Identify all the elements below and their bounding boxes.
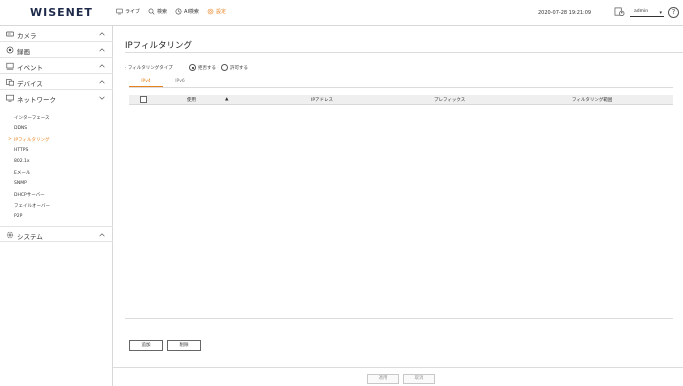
divider [129, 87, 673, 88]
radio-unselected-icon [221, 64, 228, 71]
caret-down-icon: ▾ [659, 10, 662, 16]
sort-asc-icon[interactable]: ▲ [225, 97, 228, 102]
sidebar-item-8021x[interactable]: 802.1x [14, 159, 30, 164]
chevron-down-icon [99, 96, 105, 100]
sidebar-item-ddns[interactable]: DDNS [14, 126, 27, 131]
filter-type-label: · フィルタリングタイプ [125, 66, 173, 71]
add-button[interactable]: 追加 [129, 340, 163, 351]
page-title: IPフィルタリング [125, 41, 192, 51]
sidebar-item-dhcp-server[interactable]: DHCPサーバー [14, 192, 45, 198]
user-dropdown[interactable]: admin ▾ [630, 8, 664, 17]
radio-allow-label: 許可する [230, 65, 248, 71]
chevron-up-icon [99, 80, 105, 84]
menu-live[interactable]: ライブ [116, 8, 140, 15]
select-all-checkbox[interactable] [140, 96, 147, 103]
table-header: 使用 ▲ IPアドレス プレフィックス フィルタリング範囲 [129, 95, 673, 105]
delete-button[interactable]: 削除 [167, 340, 201, 351]
sidebar-section-camera[interactable]: カメラ [0, 26, 113, 42]
sidebar-section-label: ネットワーク [17, 96, 56, 104]
column-header-ip-address[interactable]: IPアドレス [311, 97, 333, 103]
help-icon[interactable]: ? [668, 7, 679, 18]
cancel-button[interactable]: 取消 [403, 374, 435, 384]
sidebar-section-label: 録画 [17, 48, 30, 56]
active-marker-icon: > [8, 137, 12, 142]
radio-allow[interactable]: 許可する [221, 64, 248, 71]
column-header-use[interactable]: 使用 [187, 97, 196, 103]
sidebar-section-record[interactable]: 録画 [0, 42, 113, 58]
search-icon [148, 8, 155, 15]
sidebar-section-system[interactable]: システム [0, 226, 113, 242]
top-menu: ライブ 検索 AI検索 設定 [116, 8, 226, 15]
menu-ai-search[interactable]: AI検索 [175, 8, 199, 15]
menu-settings-label: 設定 [215, 9, 226, 15]
sidebar-section-label: カメラ [17, 32, 37, 40]
sidebar-item-p2p[interactable]: P2P [14, 214, 22, 219]
sidebar: カメラ 録画 イベント デバイス ネットワーク インターフェース DDNS > … [0, 26, 113, 386]
sidebar-item-snmp[interactable]: SNMP [14, 181, 27, 186]
sidebar-section-device[interactable]: デバイス [0, 74, 113, 90]
record-icon [6, 46, 14, 54]
radio-deny[interactable]: 拒否する [189, 64, 216, 71]
sidebar-item-failover[interactable]: フェイルオーバー [14, 203, 50, 209]
sidebar-section-label: デバイス [17, 80, 43, 88]
menu-ai-search-label: AI検索 [184, 9, 199, 15]
network-icon [6, 94, 14, 102]
camera-icon [6, 31, 14, 37]
datetime-display: 2020-07-28 19:21:09 [538, 10, 592, 16]
radio-selected-icon [189, 64, 196, 71]
sidebar-item-interface[interactable]: インターフェース [14, 115, 50, 121]
divider [125, 318, 673, 319]
tab-ipv6[interactable]: IPv6 [163, 77, 197, 87]
divider [113, 367, 683, 368]
user-name: admin [634, 9, 649, 14]
sidebar-section-event[interactable]: イベント [0, 58, 113, 74]
chevron-up-icon [99, 64, 105, 68]
ai-search-icon [175, 8, 182, 15]
sidebar-item-ip-filtering[interactable]: IPフィルタリング [14, 137, 49, 143]
divider [125, 52, 683, 53]
sidebar-section-network[interactable]: ネットワーク [0, 90, 113, 106]
sidebar-section-label: イベント [17, 64, 43, 72]
apply-button[interactable]: 適用 [367, 374, 399, 384]
chevron-up-icon [99, 233, 105, 237]
column-header-prefix[interactable]: プレフィックス [434, 97, 465, 103]
user-icon[interactable] [614, 7, 625, 17]
chevron-up-icon [99, 32, 105, 36]
sidebar-item-email[interactable]: Eメール [14, 170, 30, 176]
menu-search-label: 検索 [157, 9, 168, 15]
menu-search[interactable]: 検索 [148, 8, 167, 15]
event-icon [6, 62, 14, 70]
device-icon [6, 79, 14, 86]
gear-icon [207, 8, 214, 15]
sidebar-item-https[interactable]: HTTPS [14, 148, 28, 153]
menu-live-label: ライブ [125, 9, 141, 15]
wisenet-logo: WISENET [30, 6, 93, 19]
ip-version-tabs: IPv4 IPv6 [129, 77, 197, 87]
tab-ipv4[interactable]: IPv4 [129, 77, 163, 87]
menu-settings[interactable]: 設定 [207, 8, 226, 15]
top-bar: WISENET ライブ 検索 AI検索 設定 2020-07-28 19:21:… [0, 0, 683, 26]
radio-deny-label: 拒否する [198, 65, 216, 71]
system-icon [6, 231, 14, 239]
column-header-filter-range[interactable]: フィルタリング範囲 [572, 97, 612, 103]
main-content: IPフィルタリング · フィルタリングタイプ 拒否する 許可する IPv4 IP… [113, 26, 683, 386]
sidebar-section-label: システム [17, 233, 43, 241]
chevron-up-icon [99, 48, 105, 52]
monitor-icon [116, 8, 123, 15]
